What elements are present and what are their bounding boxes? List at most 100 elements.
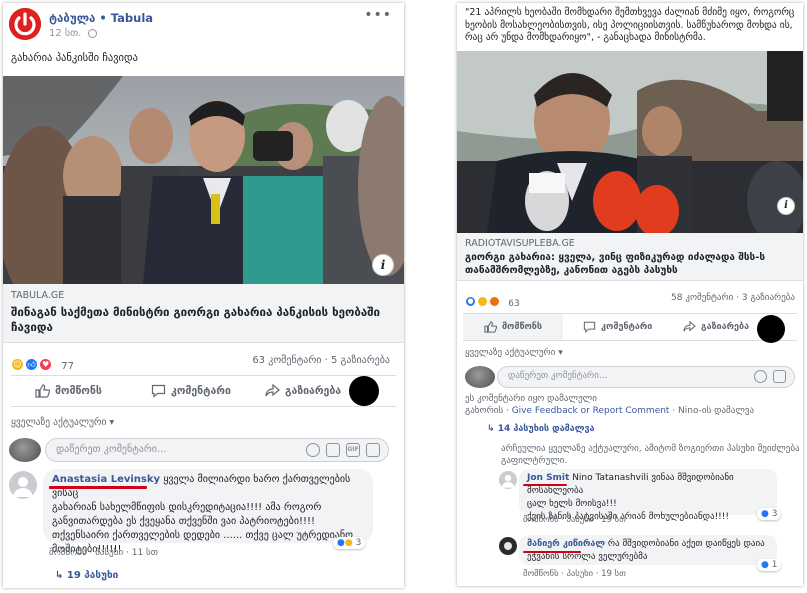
comment-time[interactable]: 11 სთ (132, 548, 158, 558)
gif-icon[interactable]: GIF (346, 443, 360, 457)
comment-input[interactable]: დაწერეთ კომენტარი... (497, 366, 795, 388)
comment-sort-selector[interactable]: ყველაზე აქტუალური ▾ (465, 348, 563, 358)
link-preview[interactable]: RADIOTAVISUPLEBA.GE გიორგი გახარია: ყველ… (457, 233, 803, 281)
quote-text: "21 აპრილს ხეობაში მომხდარი შემთხვევა ძა… (465, 7, 800, 45)
camera-icon[interactable] (326, 443, 340, 457)
haha-icon: ☺ (11, 358, 24, 371)
hidden-notice-suffix[interactable]: · Nino-ის დამალვა (669, 406, 754, 416)
hide-replies-link[interactable]: ↳ 14 პასუხის დამალვა (487, 424, 595, 434)
comment-reply-link[interactable]: პასუხი (95, 548, 123, 558)
view-replies-link[interactable]: ↳ 19 პასუხი (55, 570, 118, 581)
emoji-icon[interactable] (754, 370, 767, 383)
info-icon[interactable]: i (777, 197, 795, 215)
tabula-logo[interactable] (9, 8, 41, 40)
reply-author[interactable]: Jon Smit (527, 473, 569, 483)
reply2-author-underline (523, 551, 581, 553)
like-icon: ● (465, 296, 476, 307)
commenter-avatar[interactable] (9, 471, 37, 499)
reply2-time[interactable]: 19 სთ (601, 569, 626, 579)
engagement-counts[interactable]: 63 კომენტარი · 5 გაზიარება (252, 355, 390, 366)
reply-avatar[interactable] (499, 471, 517, 489)
comment-author[interactable]: Anastasia Levinsky (52, 474, 160, 485)
post-photo[interactable]: i (457, 51, 803, 233)
reaction-count: 77 (61, 361, 75, 372)
reply2-reply-link[interactable]: პასუხი (567, 569, 593, 579)
reply-reply-link[interactable]: პასუხი (567, 515, 593, 525)
reply2-reactions[interactable]: ● 1 (757, 559, 782, 571)
reply2-text-1: რა მშვიდობიანი აქეთ დაიწყეს დაია (607, 539, 765, 549)
comment-count[interactable]: 58 კომენტარი (671, 293, 733, 303)
haha-icon (477, 296, 489, 307)
post-time-label: 12 სთ. (49, 28, 82, 39)
angry-icon (489, 296, 501, 307)
comment-like-link[interactable]: მომწონს (49, 548, 87, 558)
share-button[interactable]: გაზიარება (265, 376, 341, 406)
reply-text-2: ცალ ხელს მოისვა!!! (527, 499, 617, 509)
hidden-notice-prefix: გახორის · (465, 406, 512, 416)
share-button[interactable]: გაზიარება (683, 314, 749, 340)
reaction-icons[interactable]: ● 63 (465, 291, 520, 310)
reply-like-link[interactable]: მომწონს (523, 515, 559, 525)
like-button[interactable]: მომწონს (35, 376, 102, 406)
hidden-notice-line-1: ეს კომენტარი იყო დამალული (465, 394, 597, 404)
emoji-icon[interactable] (306, 443, 320, 457)
reply2-line-1: მანიერ კიწირალ რა მშვიდობიანი აქეთ დაიწყ… (527, 538, 769, 551)
comment-input[interactable]: დაწერეთ კომენტარი... GIF (45, 438, 389, 462)
reply2-like-link[interactable]: მომწონს (523, 569, 559, 579)
like-small-icon: ● (761, 560, 769, 570)
reply2-author[interactable]: მანიერ კიწირალ (527, 539, 605, 549)
comment-text-4: თქვენსაირი ქართველების დედები ...... თქვ… (52, 530, 353, 541)
reply-time[interactable]: 19 სთ (601, 515, 626, 525)
reply-arrow-icon: ↳ (487, 424, 498, 434)
more-options-icon[interactable]: ••• (364, 7, 392, 23)
reply2-reaction-count: 1 (771, 560, 778, 570)
comment-input-icons (754, 370, 786, 383)
sticker-icon[interactable] (366, 443, 380, 457)
love-icon: ♥ (39, 358, 53, 371)
like-label: მომწონს (501, 322, 543, 332)
sticker-icon[interactable] (773, 370, 786, 383)
link-preview[interactable]: TABULA.GE შინაგან საქმეთა მინისტრი გიორგ… (3, 284, 404, 343)
sorted-note-line-2: გაფილტრული. (501, 456, 568, 466)
redaction-dot (349, 376, 379, 406)
page-name[interactable]: ტაბულა • Tabula (49, 11, 153, 25)
share-icon (265, 384, 280, 397)
redaction-dot (757, 315, 785, 343)
reply2-avatar[interactable] (499, 537, 517, 555)
reply-reactions[interactable]: ● 3 (757, 508, 782, 520)
post-photo[interactable]: i (3, 76, 404, 284)
comment-count[interactable]: 63 კომენტარი (252, 355, 321, 366)
reply2-bubble: მანიერ კიწირალ რა მშვიდობიანი აქეთ დაიწყ… (519, 535, 777, 565)
link-title-line-2: თანამშრომლებზე, კანონით აგებს პასუხს (465, 265, 678, 276)
reply-mention[interactable]: Nino Tatanashvili (572, 473, 648, 483)
share-count[interactable]: 5 გაზიარება (331, 355, 390, 366)
quote-line-1: "21 აპრილს ხეობაში მომხდარი შემთხვევა ძა… (465, 7, 795, 18)
user-avatar[interactable] (465, 366, 495, 388)
engagement-counts[interactable]: 58 კომენტარი · 3 გაზიარება (671, 293, 795, 303)
hide-replies-label: 14 პასუხის დამალვა (497, 424, 595, 434)
haha-small-icon: ● (344, 538, 353, 548)
like-button[interactable]: მომწონს (463, 314, 563, 340)
action-bar: მომწონს კომენტარი გაზიარება (11, 375, 396, 407)
report-comment-link[interactable]: Give Feedback or Report Comment (512, 406, 670, 416)
reaction-icons[interactable]: ☺ 👍︎ ♥ 77 (11, 354, 74, 373)
comment-button[interactable]: კომენტარი (151, 376, 231, 406)
info-icon[interactable]: i (372, 254, 394, 276)
share-count[interactable]: 3 გაზიარება (742, 293, 795, 303)
comment-input-icons: GIF (306, 443, 380, 457)
hidden-comment-notice: ეს კომენტარი იყო დამალული გახორის · Give… (465, 393, 754, 417)
post-time[interactable]: 12 სთ. (49, 28, 97, 39)
comment-sort-selector[interactable]: ყველაზე აქტუალური ▾ (11, 417, 114, 428)
reply-arrow-icon: ↳ (55, 570, 67, 581)
comment-button[interactable]: კომენტარი (583, 314, 652, 340)
author-underline (49, 486, 147, 489)
thumbs-up-icon (35, 384, 50, 398)
post-header: ტაბულა • Tabula 12 სთ. ••• (3, 3, 404, 47)
like-small-icon: ● (337, 538, 345, 548)
reply-reaction-count: 3 (771, 509, 778, 519)
comment-reactions[interactable]: ●● 3 (333, 537, 366, 549)
user-avatar[interactable] (9, 438, 41, 462)
link-domain: TABULA.GE (11, 290, 65, 301)
comment-placeholder: დაწერეთ კომენტარი... (508, 371, 608, 381)
link-title: გიორგი გახარია: ყველა, ვინც ფიზიკურად იძ… (465, 251, 800, 277)
